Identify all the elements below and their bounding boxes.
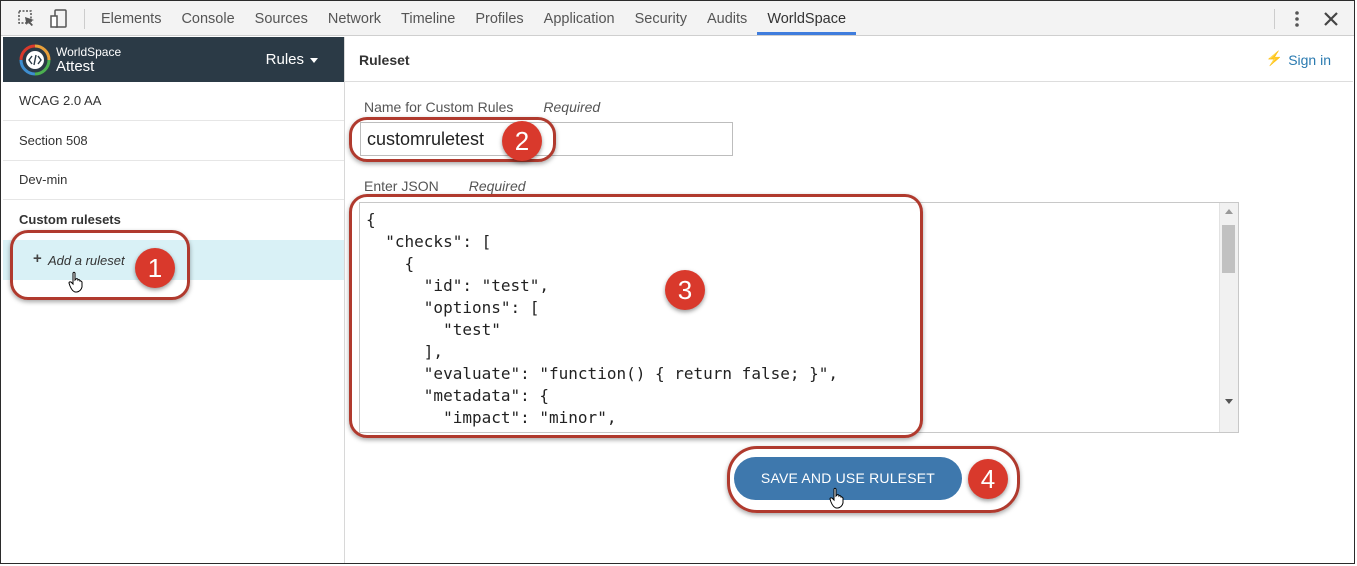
more-options-icon[interactable] [1287, 9, 1307, 29]
devtools-tabs: Elements Console Sources Network Timelin… [91, 1, 857, 35]
section-heading: Custom rulesets [19, 212, 121, 227]
ruleset-sidebar: WorldSpace Attest Rules WCAG 2.0 AA Sect… [3, 37, 345, 563]
name-label: Name for Custom Rules [364, 99, 514, 115]
page-title: Ruleset [359, 52, 410, 68]
json-label: Enter JSON [364, 178, 439, 194]
sidebar-item-label: WCAG 2.0 AA [19, 93, 102, 108]
tab-security[interactable]: Security [625, 1, 697, 35]
rules-menu-button[interactable]: Rules [266, 51, 304, 68]
tab-console[interactable]: Console [171, 1, 244, 35]
callout-badge-2: 2 [502, 121, 542, 161]
sidebar-item-label: Dev-min [19, 172, 68, 187]
chevron-down-icon [310, 58, 318, 63]
callout-badge-3: 3 [665, 270, 705, 310]
toolbar-divider [84, 9, 85, 29]
tab-timeline[interactable]: Timeline [391, 1, 465, 35]
brand-name-line2: Attest [56, 58, 95, 75]
sidebar-item-label: Section 508 [19, 133, 88, 148]
callout-badge-1: 1 [135, 248, 175, 288]
worldspace-logo-icon [19, 44, 51, 76]
tab-sources[interactable]: Sources [245, 1, 318, 35]
devtools-toolbar: Elements Console Sources Network Timelin… [1, 1, 1354, 36]
required-label: Required [468, 178, 526, 194]
scrollbar-thumb[interactable] [1222, 225, 1235, 273]
hand-cursor-icon [68, 271, 83, 293]
tab-audits[interactable]: Audits [697, 1, 757, 35]
device-toolbar-icon[interactable] [49, 9, 69, 29]
close-icon[interactable] [1321, 9, 1341, 29]
scrollbar[interactable] [1219, 203, 1238, 432]
json-label-row: Enter JSON Required [364, 178, 526, 194]
callout-ring-3 [349, 194, 923, 438]
name-label-row: Name for Custom Rules Required [364, 99, 600, 115]
lightning-icon: ⚡ [1265, 50, 1283, 66]
brand-name-line1: WorldSpace [56, 45, 122, 59]
required-label: Required [543, 99, 601, 115]
brand-header: WorldSpace Attest Rules [3, 37, 344, 82]
sign-in-link[interactable]: Sign in [1288, 52, 1331, 68]
sidebar-item-section508[interactable]: Section 508 [3, 122, 344, 161]
ruleset-header: Ruleset ⚡ Sign in [345, 37, 1353, 82]
sidebar-item-wcag[interactable]: WCAG 2.0 AA [3, 82, 344, 121]
tab-elements[interactable]: Elements [91, 1, 171, 35]
toolbar-divider [1274, 9, 1275, 29]
sidebar-item-devmin[interactable]: Dev-min [3, 161, 344, 200]
callout-badge-4: 4 [968, 459, 1008, 499]
hand-cursor-icon [829, 487, 844, 509]
tab-application[interactable]: Application [534, 1, 625, 35]
scroll-down-icon[interactable] [1225, 399, 1233, 404]
tab-worldspace[interactable]: WorldSpace [757, 1, 857, 35]
inspect-element-icon[interactable] [17, 9, 37, 29]
tab-network[interactable]: Network [318, 1, 391, 35]
tab-profiles[interactable]: Profiles [465, 1, 533, 35]
scroll-up-icon[interactable] [1225, 209, 1233, 214]
